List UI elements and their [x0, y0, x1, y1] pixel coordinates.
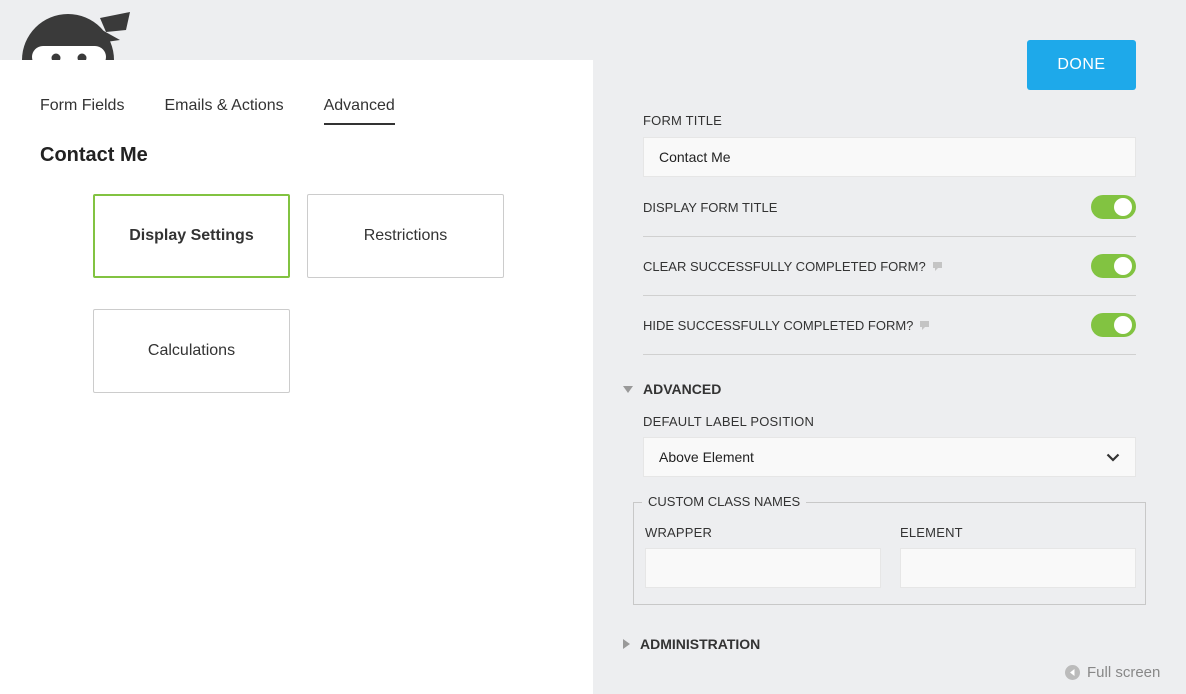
display-form-title-label: DISPLAY FORM TITLE — [643, 200, 777, 215]
calculations-label: Calculations — [148, 342, 235, 360]
element-label: ELEMENT — [900, 525, 963, 540]
hide-completed-label: HIDE SUCCESSFULLY COMPLETED FORM? — [643, 318, 913, 333]
caret-down-icon — [623, 386, 633, 393]
wrapper-class-input[interactable] — [645, 548, 881, 588]
fullscreen-arrow-icon — [1065, 665, 1080, 680]
element-class-input[interactable] — [900, 548, 1136, 588]
form-title-label: FORM TITLE — [643, 113, 722, 128]
page-title: Contact Me — [40, 144, 148, 167]
display-settings-label: Display Settings — [129, 227, 253, 245]
tab-form-fields[interactable]: Form Fields — [40, 96, 124, 125]
done-button[interactable]: DONE — [1027, 40, 1136, 90]
hide-completed-toggle[interactable] — [1091, 313, 1136, 337]
administration-section-label: ADMINISTRATION — [640, 636, 760, 652]
display-form-title-toggle[interactable] — [1091, 195, 1136, 219]
hide-completed-row: HIDE SUCCESSFULLY COMPLETED FORM? — [643, 296, 1136, 355]
clear-completed-row: CLEAR SUCCESSFULLY COMPLETED FORM? — [643, 237, 1136, 296]
custom-class-names-legend: CUSTOM CLASS NAMES — [642, 494, 806, 509]
default-label-position-value: Above Element — [659, 449, 754, 465]
advanced-section-label: ADVANCED — [643, 381, 721, 397]
restrictions-label: Restrictions — [364, 227, 448, 245]
clear-completed-toggle[interactable] — [1091, 254, 1136, 278]
settings-drawer: DONE FORM TITLE DISPLAY FORM TITLE CLEAR… — [593, 0, 1186, 694]
calculations-card[interactable]: Calculations — [93, 309, 290, 393]
fullscreen-label: Full screen — [1087, 664, 1160, 681]
chevron-down-icon — [1106, 453, 1120, 462]
builder-tabs: Form Fields Emails & Actions Advanced — [40, 96, 435, 125]
fullscreen-button[interactable]: Full screen — [1065, 664, 1160, 681]
clear-completed-label: CLEAR SUCCESSFULLY COMPLETED FORM? — [643, 259, 926, 274]
advanced-section-toggle[interactable]: ADVANCED — [623, 381, 721, 397]
app-header — [0, 0, 593, 60]
caret-right-icon — [623, 639, 630, 649]
form-title-input[interactable] — [643, 137, 1136, 177]
restrictions-card[interactable]: Restrictions — [307, 194, 504, 278]
custom-class-names-group: CUSTOM CLASS NAMES WRAPPER ELEMENT — [633, 502, 1146, 605]
administration-section-toggle[interactable]: ADMINISTRATION — [623, 636, 760, 652]
default-label-position-select[interactable]: Above Element — [643, 437, 1136, 477]
help-bubble-icon[interactable] — [919, 320, 930, 331]
wrapper-label: WRAPPER — [645, 525, 712, 540]
help-bubble-icon[interactable] — [932, 261, 943, 272]
builder-panel: Form Fields Emails & Actions Advanced Co… — [0, 60, 593, 694]
tab-advanced[interactable]: Advanced — [324, 96, 395, 125]
tab-emails-actions[interactable]: Emails & Actions — [164, 96, 283, 125]
default-label-position-label: DEFAULT LABEL POSITION — [643, 414, 814, 429]
display-form-title-row: DISPLAY FORM TITLE — [643, 178, 1136, 237]
ninja-logo — [22, 10, 132, 65]
display-settings-card[interactable]: Display Settings — [93, 194, 290, 278]
